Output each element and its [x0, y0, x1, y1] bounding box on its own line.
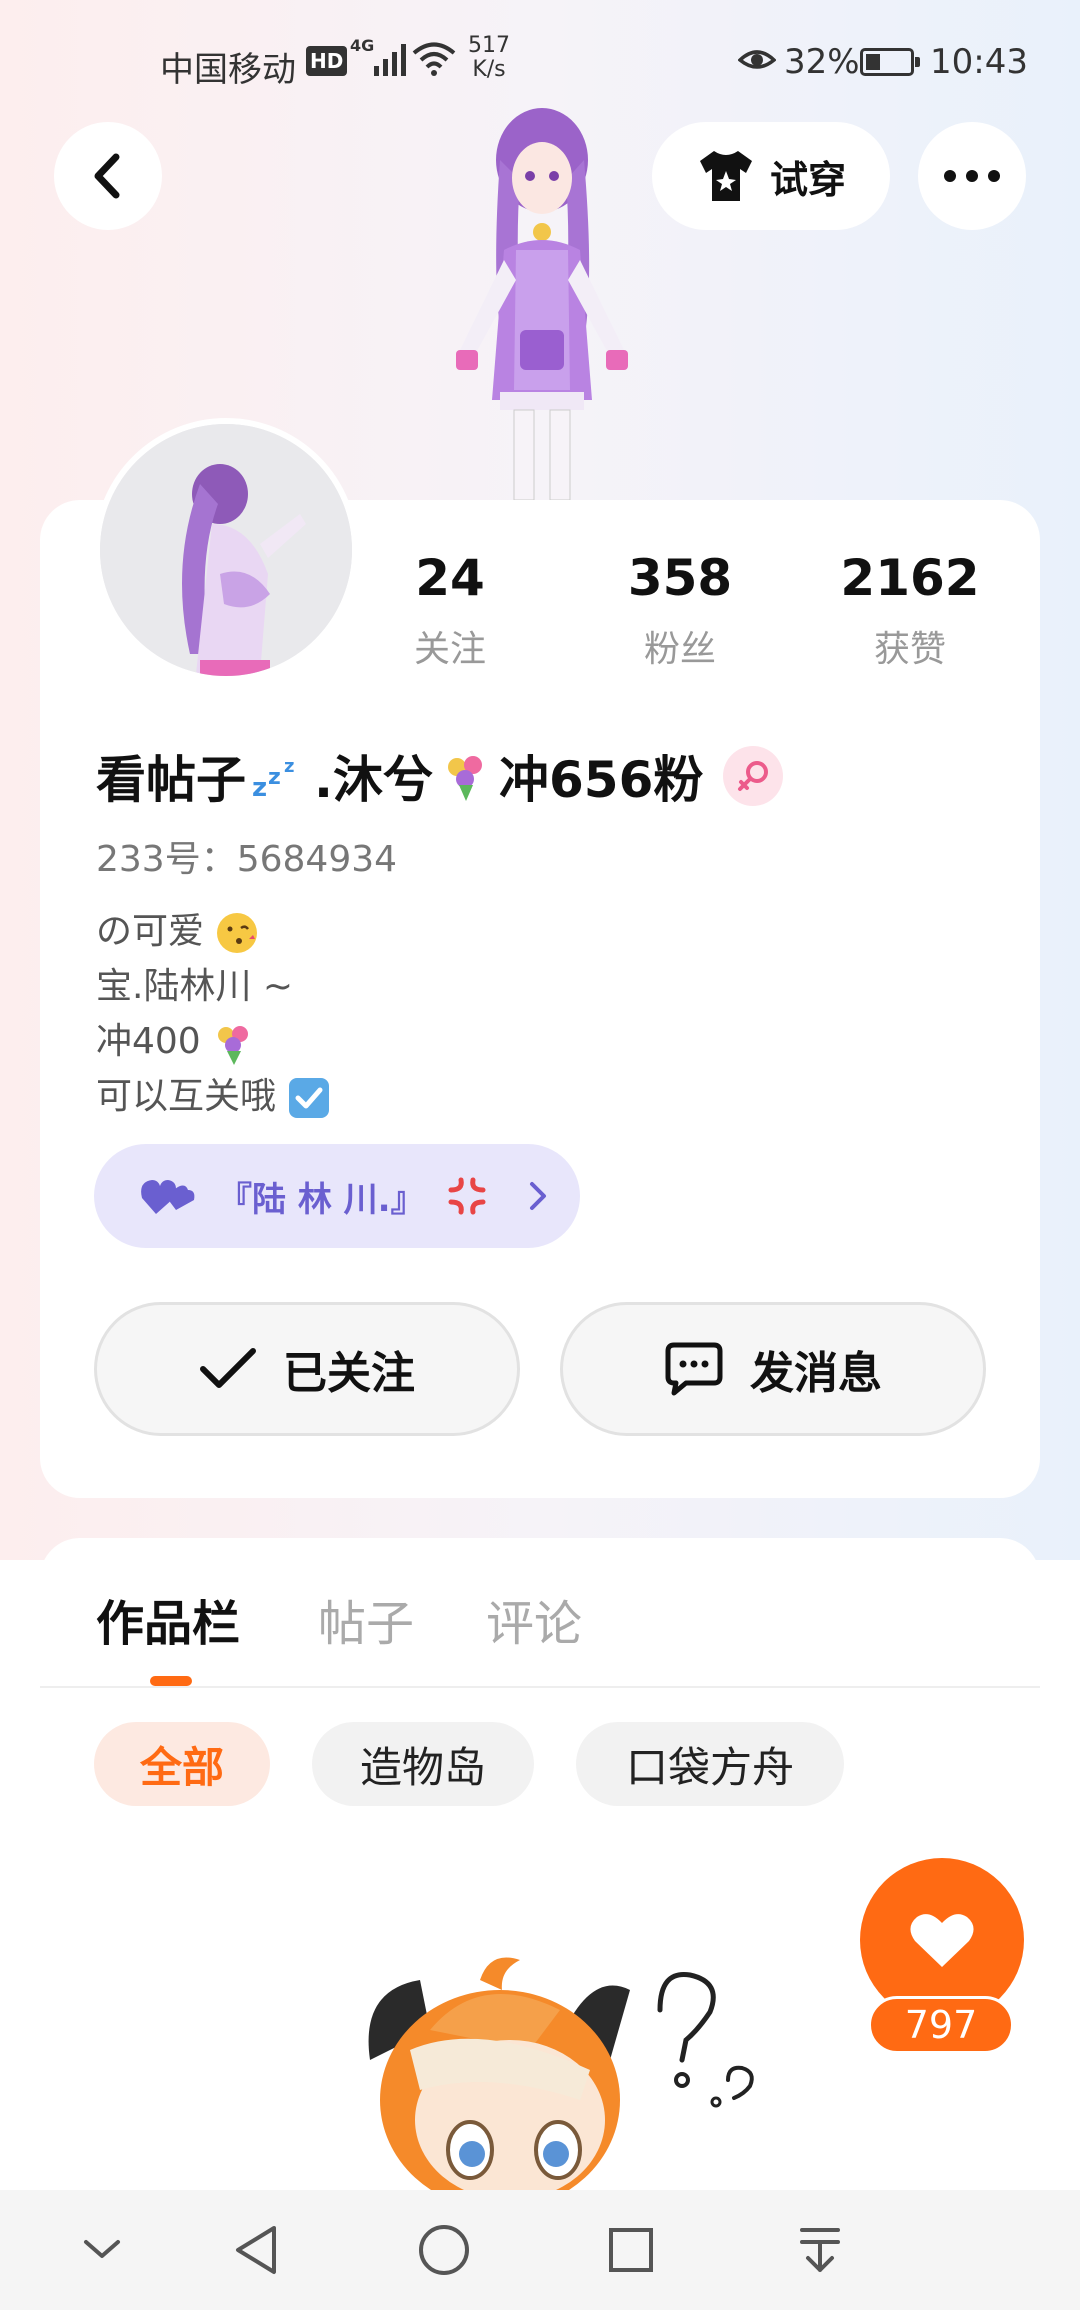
bio: の可爱 宝.陆林川 ~ 冲400 可以互关哦 — [96, 904, 331, 1124]
club-name: 『陆 林 川.』 — [218, 1179, 425, 1220]
filter-chip-all[interactable]: 全部 — [94, 1722, 270, 1806]
tab-divider — [40, 1686, 1040, 1688]
nickname: 看帖子 z z z .沐兮 冲656粉 — [96, 740, 784, 812]
wifi-icon — [412, 42, 456, 76]
anger-symbol-icon — [448, 1177, 486, 1215]
avatar[interactable] — [94, 418, 358, 682]
check-mark-button-icon — [289, 1078, 330, 1118]
network-speed: 517 K/s — [468, 33, 510, 82]
likes-received-label: 获赞 — [873, 629, 946, 670]
bouquet-icon — [218, 1026, 249, 1065]
tab-posts[interactable]: 帖子 — [318, 1584, 414, 1654]
try-on-button[interactable]: 试穿 — [652, 122, 890, 230]
chevron-down-icon[interactable] — [80, 2222, 124, 2278]
tab-works[interactable]: 作品栏 — [96, 1584, 240, 1654]
recents-square-icon[interactable] — [606, 2222, 656, 2278]
followed-button[interactable]: 已关注 — [94, 1302, 520, 1436]
heart-icon — [910, 1914, 974, 1967]
svg-text:z: z — [252, 773, 267, 798]
battery-icon — [860, 48, 920, 76]
more-dots-icon — [944, 170, 1000, 182]
filter-chip-pocket-ark[interactable]: 口袋方舟 — [576, 1722, 844, 1806]
chevron-right-icon — [529, 1182, 546, 1210]
user-id: 233号：5684934 — [96, 839, 398, 880]
check-icon — [200, 1348, 256, 1388]
following-label: 关注 — [413, 629, 486, 670]
active-tab-indicator — [150, 1676, 192, 1686]
female-gender-badge — [723, 746, 784, 806]
clock: 10:43 — [930, 42, 1028, 82]
bouquet-icon — [448, 756, 482, 801]
back-triangle-icon[interactable] — [232, 2222, 282, 2278]
chevron-left-icon — [94, 153, 120, 199]
likes-received-count: 2162 — [840, 549, 980, 607]
send-message-label: 发消息 — [750, 1348, 882, 1399]
system-navigation-bar — [0, 2190, 1080, 2310]
stat-likes[interactable]: 2162 获赞 — [820, 548, 1000, 672]
bio-line: の可爱 — [96, 904, 331, 959]
bio-line: 宝.陆林川 ~ — [96, 966, 294, 1007]
svg-text:z: z — [284, 756, 294, 777]
tab-comments[interactable]: 评论 — [486, 1584, 582, 1654]
eye-comfort-icon — [738, 50, 776, 69]
battery-percent: 32% — [784, 42, 860, 82]
stat-fans[interactable]: 358 粉丝 — [590, 548, 770, 672]
character-avatar-figure[interactable] — [420, 100, 660, 500]
stat-following[interactable]: 24 关注 — [360, 548, 540, 672]
sleep-zzz-icon: z z z — [252, 756, 294, 798]
try-on-label: 试穿 — [769, 157, 846, 202]
chat-bubble-icon — [665, 1342, 723, 1396]
like-count: 797 — [868, 1996, 1014, 2054]
avatar-image — [100, 424, 352, 676]
svg-text:z: z — [268, 765, 281, 790]
female-icon — [738, 761, 769, 791]
fans-count: 358 — [627, 549, 733, 607]
fans-label: 粉丝 — [643, 629, 716, 670]
back-button[interactable] — [54, 122, 162, 230]
double-heart-icon — [141, 1180, 195, 1214]
hd-badge: HD — [306, 46, 348, 76]
kissing-face-icon — [217, 913, 258, 953]
send-message-button[interactable]: 发消息 — [560, 1302, 986, 1436]
notification-pulldown-icon[interactable] — [796, 2222, 844, 2278]
tshirt-icon — [699, 151, 752, 201]
empty-state-mascot-illustration — [368, 1957, 754, 2190]
carrier-label: 中国移动 — [160, 50, 296, 90]
filter-chip-creation-island[interactable]: 造物岛 — [312, 1722, 534, 1806]
following-count: 24 — [415, 549, 485, 607]
bio-line: 冲400 — [96, 1014, 331, 1069]
more-options-button[interactable] — [918, 122, 1026, 230]
bio-line: 可以互关哦 — [96, 1069, 331, 1124]
network-type: 4G — [350, 36, 375, 55]
followed-label: 已关注 — [283, 1348, 415, 1399]
home-circle-icon[interactable] — [416, 2222, 472, 2278]
signal-icon — [374, 44, 406, 76]
club-link[interactable]: 『陆 林 川.』 — [94, 1144, 580, 1248]
